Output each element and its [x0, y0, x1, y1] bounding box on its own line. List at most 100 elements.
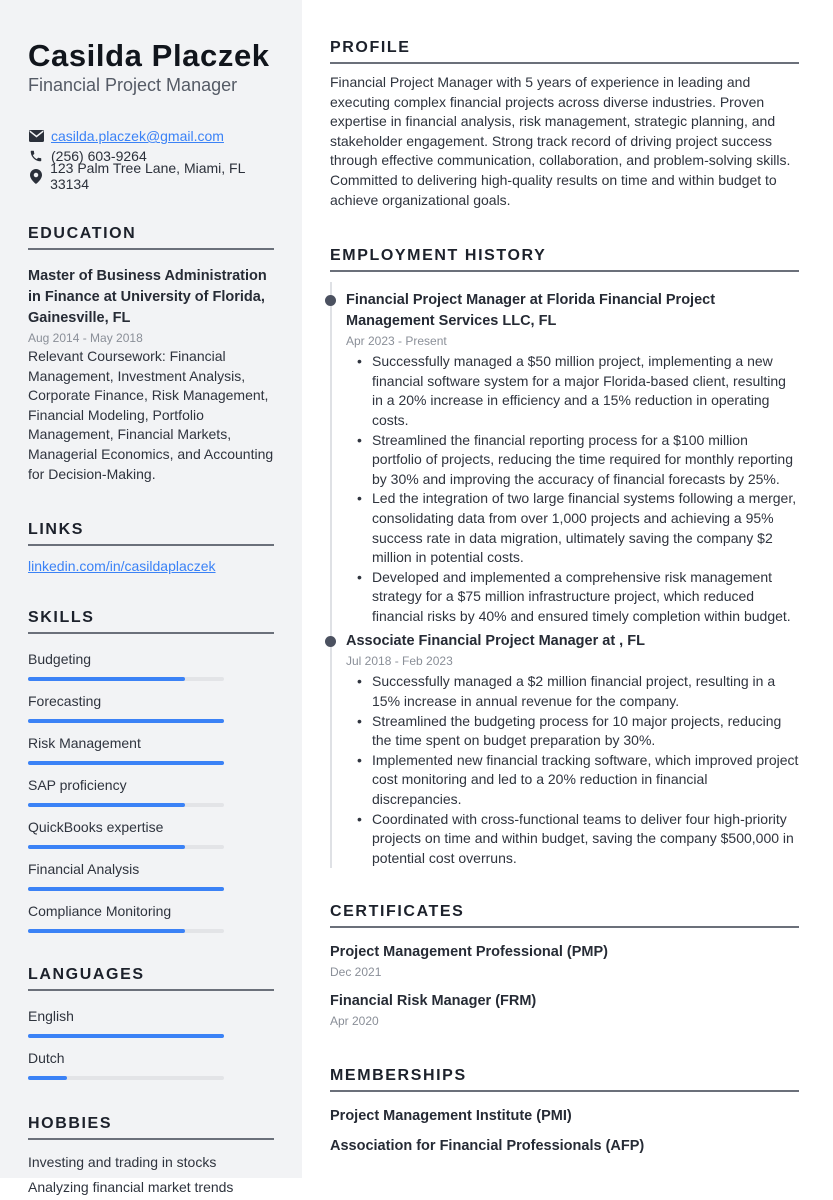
language-level-fill — [28, 1034, 224, 1039]
skill-level-bar — [28, 761, 224, 766]
languages-list: English Dutch — [28, 1001, 274, 1081]
certificate-title: Project Management Professional (PMP) — [330, 944, 608, 961]
linkedin-link[interactable]: linkedin.com/in/casildaplaczek — [28, 558, 216, 574]
education-degree: Master of Business Administration in Fin… — [28, 268, 267, 326]
employment-section: EMPLOYMENT HISTORY Financial Project Man… — [325, 246, 799, 869]
profile-text: Financial Project Manager with 5 years o… — [330, 74, 791, 208]
memberships-heading: MEMBERSHIPS — [330, 1066, 799, 1093]
skill-level-bar — [28, 677, 224, 682]
job-bullet: Successfully managed a $2 million financ… — [357, 672, 799, 711]
contact-address: 123 Palm Tree Lane, Miami, FL 33134 — [28, 160, 274, 192]
language-label: English — [28, 1008, 74, 1025]
hobbies-section: HOBBIES Investing and trading in stocks … — [28, 1114, 274, 1200]
hobbies-heading: HOBBIES — [28, 1114, 274, 1141]
sidebar: Casilda Placzek Financial Project Manage… — [0, 0, 302, 1195]
skill-item: Budgeting — [28, 644, 274, 682]
skill-level-fill — [28, 719, 224, 724]
memberships-section: MEMBERSHIPS Project Management Institute… — [330, 1066, 799, 1161]
profile-section: PROFILE Financial Project Manager with 5… — [330, 38, 799, 210]
certificates-heading: CERTIFICATES — [330, 902, 799, 929]
skills-list: Budgeting Forecasting Risk Management SAP p… — [28, 644, 274, 934]
skill-level-fill — [28, 845, 185, 850]
job-dates: Jul 2018 - Feb 2023 — [346, 654, 453, 669]
skill-level-bar — [28, 845, 224, 850]
language-level-bar — [28, 1076, 224, 1081]
job-bullet: Streamlined the financial reporting proc… — [357, 431, 799, 490]
skill-label: Budgeting — [28, 651, 92, 668]
language-level-bar — [28, 1034, 224, 1039]
education-dates: Aug 2014 - May 2018 — [28, 331, 143, 345]
skill-level-bar — [28, 887, 224, 892]
skill-level-fill — [28, 887, 224, 892]
phone-icon — [28, 148, 44, 164]
job-bullet: Streamlined the budgeting process for 10… — [357, 712, 799, 751]
email-link[interactable]: casilda.placzek@gmail.com — [51, 128, 224, 144]
education-section: EDUCATION Master of Business Administrat… — [28, 224, 274, 484]
education-description: Relevant Coursework: Financial Managemen… — [28, 348, 274, 482]
certificate-title: Financial Risk Manager (FRM) — [330, 993, 537, 1010]
job-title: Associate Financial Project Manager at ,… — [346, 633, 645, 650]
language-item: Dutch — [28, 1043, 274, 1081]
job-bullets: Successfully managed a $2 million financ… — [357, 672, 799, 869]
skill-label: Financial Analysis — [28, 861, 140, 878]
skill-level-bar — [28, 929, 224, 934]
skill-label: Risk Management — [28, 735, 141, 752]
skill-level-bar — [28, 803, 224, 808]
timeline-dot-icon — [325, 636, 336, 648]
skill-label: Forecasting — [28, 693, 102, 710]
contact-list: casilda.placzek@gmail.com (256) 603-9264… — [28, 126, 274, 192]
languages-heading: LANGUAGES — [28, 965, 274, 992]
language-item: English — [28, 1001, 274, 1039]
skills-section: SKILLS Budgeting Forecasting Risk Manageme… — [28, 608, 274, 934]
skill-item: QuickBooks expertise — [28, 812, 274, 850]
language-level-fill — [28, 1076, 68, 1081]
skill-label: SAP proficiency — [28, 777, 127, 794]
map-pin-icon — [28, 168, 43, 184]
employment-heading: EMPLOYMENT HISTORY — [330, 246, 799, 273]
skill-label: Compliance Monitoring — [28, 903, 172, 920]
skill-item: SAP proficiency — [28, 770, 274, 808]
job-bullet: Developed and implemented a comprehensiv… — [357, 568, 799, 627]
job-bullet: Implemented new financial tracking softw… — [357, 751, 799, 810]
skill-level-fill — [28, 803, 185, 808]
skill-item: Forecasting — [28, 686, 274, 724]
profile-heading: PROFILE — [330, 38, 799, 64]
hobby-item: Investing and trading in stocks — [28, 1154, 217, 1171]
certificate-item: Project Management Professional (PMP) De… — [330, 942, 799, 981]
skill-level-bar — [28, 719, 224, 724]
employment-timeline: Financial Project Manager at Florida Fin… — [325, 282, 799, 869]
skill-label: QuickBooks expertise — [28, 819, 164, 836]
language-label: Dutch — [28, 1050, 65, 1067]
links-heading: LINKS — [28, 520, 274, 547]
hobby-item: Analyzing financial market trends — [28, 1179, 234, 1196]
education-heading: EDUCATION — [28, 224, 274, 250]
job-entry: Associate Financial Project Manager at ,… — [325, 631, 799, 869]
candidate-name: Casilda Placzek — [28, 38, 270, 73]
certificate-date: Apr 2020 — [330, 1014, 379, 1029]
job-bullet: Coordinated with cross-functional teams … — [357, 810, 799, 869]
candidate-title: Financial Project Manager — [28, 75, 238, 95]
skill-level-fill — [28, 677, 185, 682]
skill-item: Risk Management — [28, 728, 274, 766]
membership-item: Project Management Institute (PMI) — [330, 1108, 572, 1125]
certificate-date: Dec 2021 — [330, 965, 382, 980]
job-dates: Apr 2023 - Present — [346, 334, 447, 349]
languages-section: LANGUAGES English Dutch — [28, 965, 274, 1081]
main-content: PROFILE Financial Project Manager with 5… — [325, 38, 799, 1161]
address: 123 Palm Tree Lane, Miami, FL 33134 — [50, 160, 245, 192]
skill-level-fill — [28, 929, 185, 934]
skills-heading: SKILLS — [28, 608, 274, 635]
certificates-section: CERTIFICATES Project Management Professi… — [330, 902, 799, 1030]
certificate-item: Financial Risk Manager (FRM) Apr 2020 — [330, 991, 799, 1030]
job-title: Financial Project Manager at Florida Fin… — [346, 292, 716, 330]
job-bullet: Led the integration of two large financi… — [357, 489, 799, 567]
membership-item: Association for Financial Professionals … — [330, 1138, 645, 1155]
skill-item: Compliance Monitoring — [28, 896, 274, 934]
job-bullet: Successfully managed a $50 million proje… — [357, 352, 799, 430]
envelope-icon — [28, 128, 44, 144]
job-bullets: Successfully managed a $50 million proje… — [357, 352, 799, 627]
skill-item: Financial Analysis — [28, 854, 274, 892]
job-entry: Financial Project Manager at Florida Fin… — [325, 282, 799, 627]
timeline-dot-icon — [325, 295, 336, 307]
contact-email: casilda.placzek@gmail.com — [28, 126, 274, 146]
